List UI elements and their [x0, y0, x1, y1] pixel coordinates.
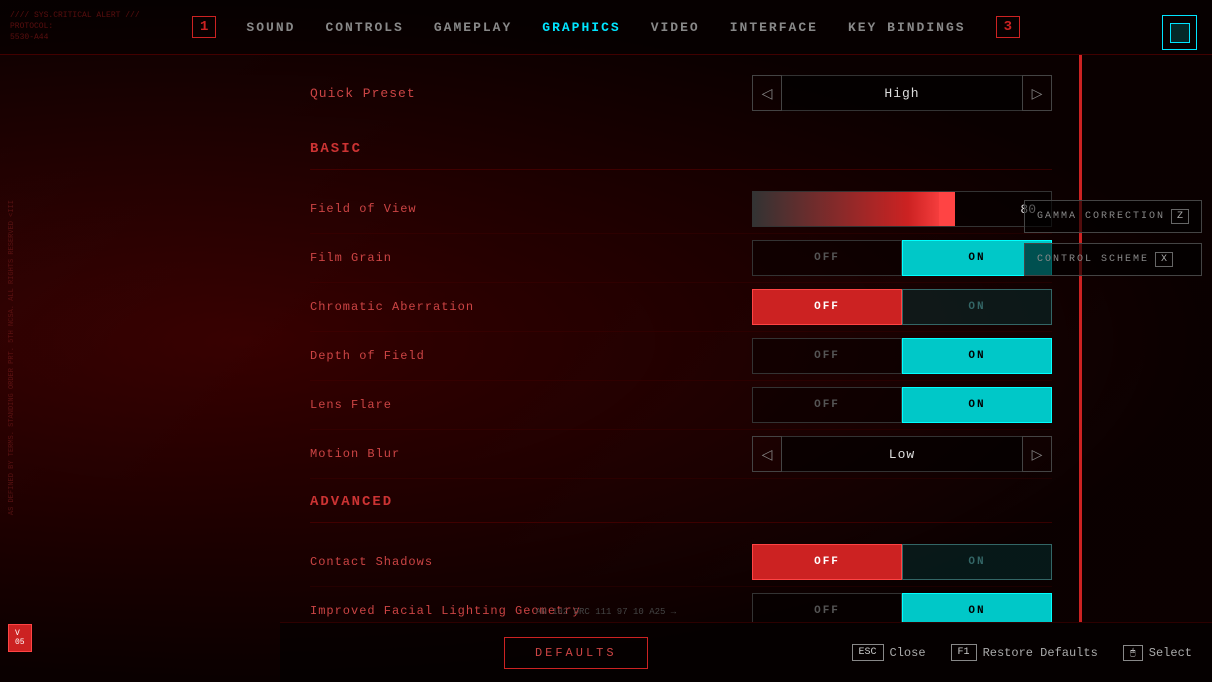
lensflare-label: Lens Flare: [310, 398, 752, 412]
right-panel: GAMMA CORRECTION Z CONTROL SCHEME X: [1024, 200, 1202, 276]
mouse-icon: 🖱: [1123, 645, 1143, 661]
chromatic-on[interactable]: ON: [902, 289, 1052, 325]
version-badge: V05: [8, 624, 32, 652]
advanced-header: Advanced: [310, 494, 1052, 510]
fov-slider[interactable]: 80: [752, 191, 1052, 227]
action-close: ESC Close: [852, 644, 926, 661]
contactshadows-off[interactable]: OFF: [752, 544, 902, 580]
lensflare-toggle[interactable]: OFF ON: [752, 387, 1052, 423]
setting-row-fov: Field of View 80: [310, 185, 1052, 234]
lensflare-on[interactable]: ON: [902, 387, 1052, 423]
main-content: Quick Preset ◁ High ▷ Basic Field of Vie…: [280, 55, 1082, 622]
bottom-actions: ESC Close F1 Restore Defaults 🖱 Select: [852, 644, 1192, 661]
nav-item-sound[interactable]: SOUND: [246, 20, 295, 35]
nav-item-keybindings[interactable]: KEY BINDINGS: [848, 20, 966, 35]
preset-row: Quick Preset ◁ High ▷: [310, 75, 1052, 121]
top-right-icon: [1162, 15, 1197, 50]
chromatic-label: Chromatic Aberration: [310, 300, 752, 314]
nav-item-controls[interactable]: CONTROLS: [325, 20, 403, 35]
restore-label: Restore Defaults: [983, 646, 1098, 660]
control-scheme-label: CONTROL SCHEME: [1037, 254, 1149, 265]
action-select: 🖱 Select: [1123, 645, 1192, 661]
fov-fill: [753, 192, 947, 226]
gamma-correction-btn[interactable]: GAMMA CORRECTION Z: [1024, 200, 1202, 233]
close-label: Close: [890, 646, 926, 660]
fov-label: Field of View: [310, 202, 752, 216]
advanced-divider: [310, 522, 1052, 523]
status-bar: AN 102 DRC 111 97 10 A25 →: [0, 607, 1212, 617]
left-vertical-text: AS DEFINED BY TERMS. STANDING ORDER PRT.…: [8, 200, 17, 515]
motionblur-arrow-left[interactable]: ◁: [752, 436, 782, 472]
preset-arrow-left[interactable]: ◁: [752, 75, 782, 111]
nav-bracket-left: 1: [192, 16, 216, 38]
red-line: [1079, 55, 1082, 622]
preset-value: High: [782, 75, 1022, 111]
preset-arrow-right[interactable]: ▷: [1022, 75, 1052, 111]
gamma-key: Z: [1171, 209, 1189, 224]
nav-item-interface[interactable]: INTERFACE: [730, 20, 818, 35]
basic-divider: [310, 169, 1052, 170]
defaults-container: DEFAULTS: [300, 637, 852, 669]
chromatic-off[interactable]: OFF: [752, 289, 902, 325]
contactshadows-on[interactable]: ON: [902, 544, 1052, 580]
nav-item-graphics[interactable]: GRAPHICS: [542, 20, 620, 35]
dof-label: Depth of Field: [310, 349, 752, 363]
settings-panel: Quick Preset ◁ High ▷ Basic Field of Vie…: [280, 55, 1082, 622]
nav-item-gameplay[interactable]: GAMEPLAY: [434, 20, 512, 35]
lensflare-off[interactable]: OFF: [752, 387, 902, 423]
nav-item-video[interactable]: VIDEO: [651, 20, 700, 35]
dof-on[interactable]: ON: [902, 338, 1052, 374]
setting-row-lensflare: Lens Flare OFF ON: [310, 381, 1052, 430]
preset-label: Quick Preset: [310, 86, 416, 101]
esc-key-badge[interactable]: ESC: [852, 644, 884, 661]
filmgrain-label: Film Grain: [310, 251, 752, 265]
dof-toggle[interactable]: OFF ON: [752, 338, 1052, 374]
chromatic-toggle[interactable]: OFF ON: [752, 289, 1052, 325]
bottom-bar: DEFAULTS ESC Close F1 Restore Defaults 🖱…: [280, 622, 1212, 682]
setting-row-filmgrain: Film Grain OFF ON: [310, 234, 1052, 283]
basic-header: Basic: [310, 141, 1052, 157]
motionblur-selector: ◁ Low ▷: [752, 436, 1052, 472]
motionblur-label: Motion Blur: [310, 447, 752, 461]
setting-row-chromatic: Chromatic Aberration OFF ON: [310, 283, 1052, 332]
left-sidebar: //// SYS.CRITICAL ALERT /// PROTOCOL: 55…: [0, 0, 280, 682]
filmgrain-off[interactable]: OFF: [752, 240, 902, 276]
motionblur-arrow-right[interactable]: ▷: [1022, 436, 1052, 472]
preset-selector: ◁ High ▷: [752, 75, 1052, 111]
gamma-label: GAMMA CORRECTION: [1037, 211, 1165, 222]
select-label: Select: [1149, 646, 1192, 660]
contactshadows-label: Contact Shadows: [310, 555, 752, 569]
action-restore: F1 Restore Defaults: [951, 644, 1098, 661]
nav-bracket-right: 3: [996, 16, 1020, 38]
advanced-section: Advanced: [310, 494, 1052, 523]
top-nav: 1 SOUND CONTROLS GAMEPLAY GRAPHICS VIDEO…: [0, 0, 1212, 55]
control-scheme-btn[interactable]: CONTROL SCHEME X: [1024, 243, 1202, 276]
control-scheme-key: X: [1155, 252, 1173, 267]
motionblur-value: Low: [782, 436, 1022, 472]
setting-row-motionblur: Motion Blur ◁ Low ▷: [310, 430, 1052, 479]
defaults-button[interactable]: DEFAULTS: [504, 637, 648, 669]
contactshadows-toggle[interactable]: OFF ON: [752, 544, 1052, 580]
setting-row-contactshadows: Contact Shadows OFF ON: [310, 538, 1052, 587]
dof-off[interactable]: OFF: [752, 338, 902, 374]
top-right-icon-inner: [1170, 23, 1190, 43]
setting-row-dof: Depth of Field OFF ON: [310, 332, 1052, 381]
fov-thumb: [939, 192, 955, 226]
f1-key-badge[interactable]: F1: [951, 644, 977, 661]
filmgrain-toggle[interactable]: OFF ON: [752, 240, 1052, 276]
